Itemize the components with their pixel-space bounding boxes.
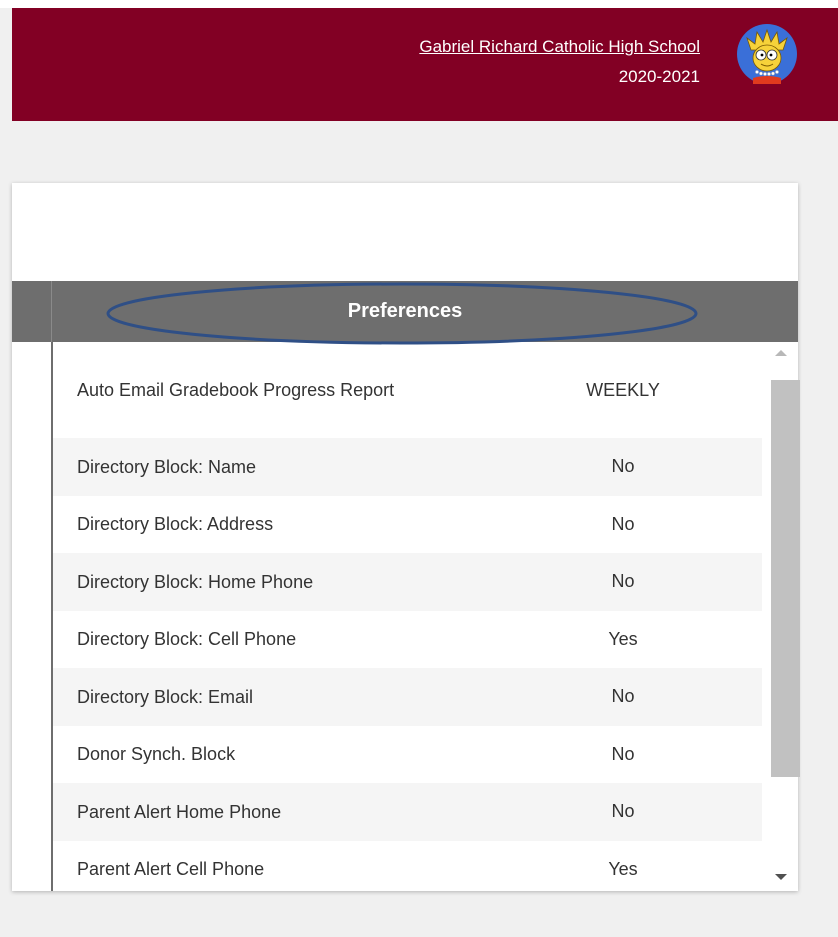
scroll-thumb[interactable] (771, 380, 800, 777)
highlight-oval-annotation (106, 282, 698, 345)
preference-value: No (611, 571, 635, 592)
table-row: Directory Block: Home Phone No (53, 553, 762, 611)
preferences-list[interactable]: Auto Email Gradebook Progress Report WEE… (53, 342, 762, 891)
scroll-up-arrow-icon[interactable] (775, 350, 787, 356)
preference-value: Yes (608, 858, 638, 879)
vertical-scrollbar[interactable] (762, 342, 800, 891)
preference-value: No (611, 686, 635, 707)
preference-name: Directory Block: Cell Phone (77, 629, 297, 650)
preference-value: No (611, 743, 635, 764)
preference-value: Yes (608, 628, 638, 649)
preference-name: Directory Block: Name (77, 456, 257, 477)
table-row: Parent Alert Cell Phone Yes (53, 841, 762, 892)
school-name-link[interactable]: Gabriel Richard Catholic High School (419, 37, 700, 57)
table-row: Donor Synch. Block No (53, 726, 762, 784)
preference-name: Directory Block: Email (77, 686, 254, 707)
app-header: Gabriel Richard Catholic High School 202… (12, 8, 838, 121)
school-year: 2020-2021 (618, 67, 700, 86)
table-row: Directory Block: Name No (53, 438, 762, 496)
preference-name: Parent Alert Home Phone (77, 801, 282, 822)
table-row: Auto Email Gradebook Progress Report WEE… (53, 342, 762, 438)
top-strip (0, 0, 838, 8)
scroll-down-arrow-icon[interactable] (775, 874, 787, 880)
preference-value: No (611, 513, 635, 534)
preference-name: Directory Block: Home Phone (77, 571, 314, 592)
preference-name: Directory Block: Address (77, 514, 274, 535)
table-row: Directory Block: Address No (53, 496, 762, 554)
table-row: Parent Alert Home Phone No (53, 783, 762, 841)
preference-value: No (611, 801, 635, 822)
preferences-panel: Preferences Auto Email Gradebook Progres… (12, 183, 800, 891)
avatar[interactable] (737, 24, 797, 84)
table-row: Directory Block: Email No (53, 668, 762, 726)
preference-name: Donor Synch. Block (77, 744, 236, 765)
preference-value: WEEKLY (586, 379, 660, 400)
preference-name: Auto Email Gradebook Progress Report (77, 380, 395, 400)
preference-value: No (611, 456, 635, 477)
table-row: Directory Block: Cell Phone Yes (53, 611, 762, 669)
preference-name: Parent Alert Cell Phone (77, 859, 265, 880)
